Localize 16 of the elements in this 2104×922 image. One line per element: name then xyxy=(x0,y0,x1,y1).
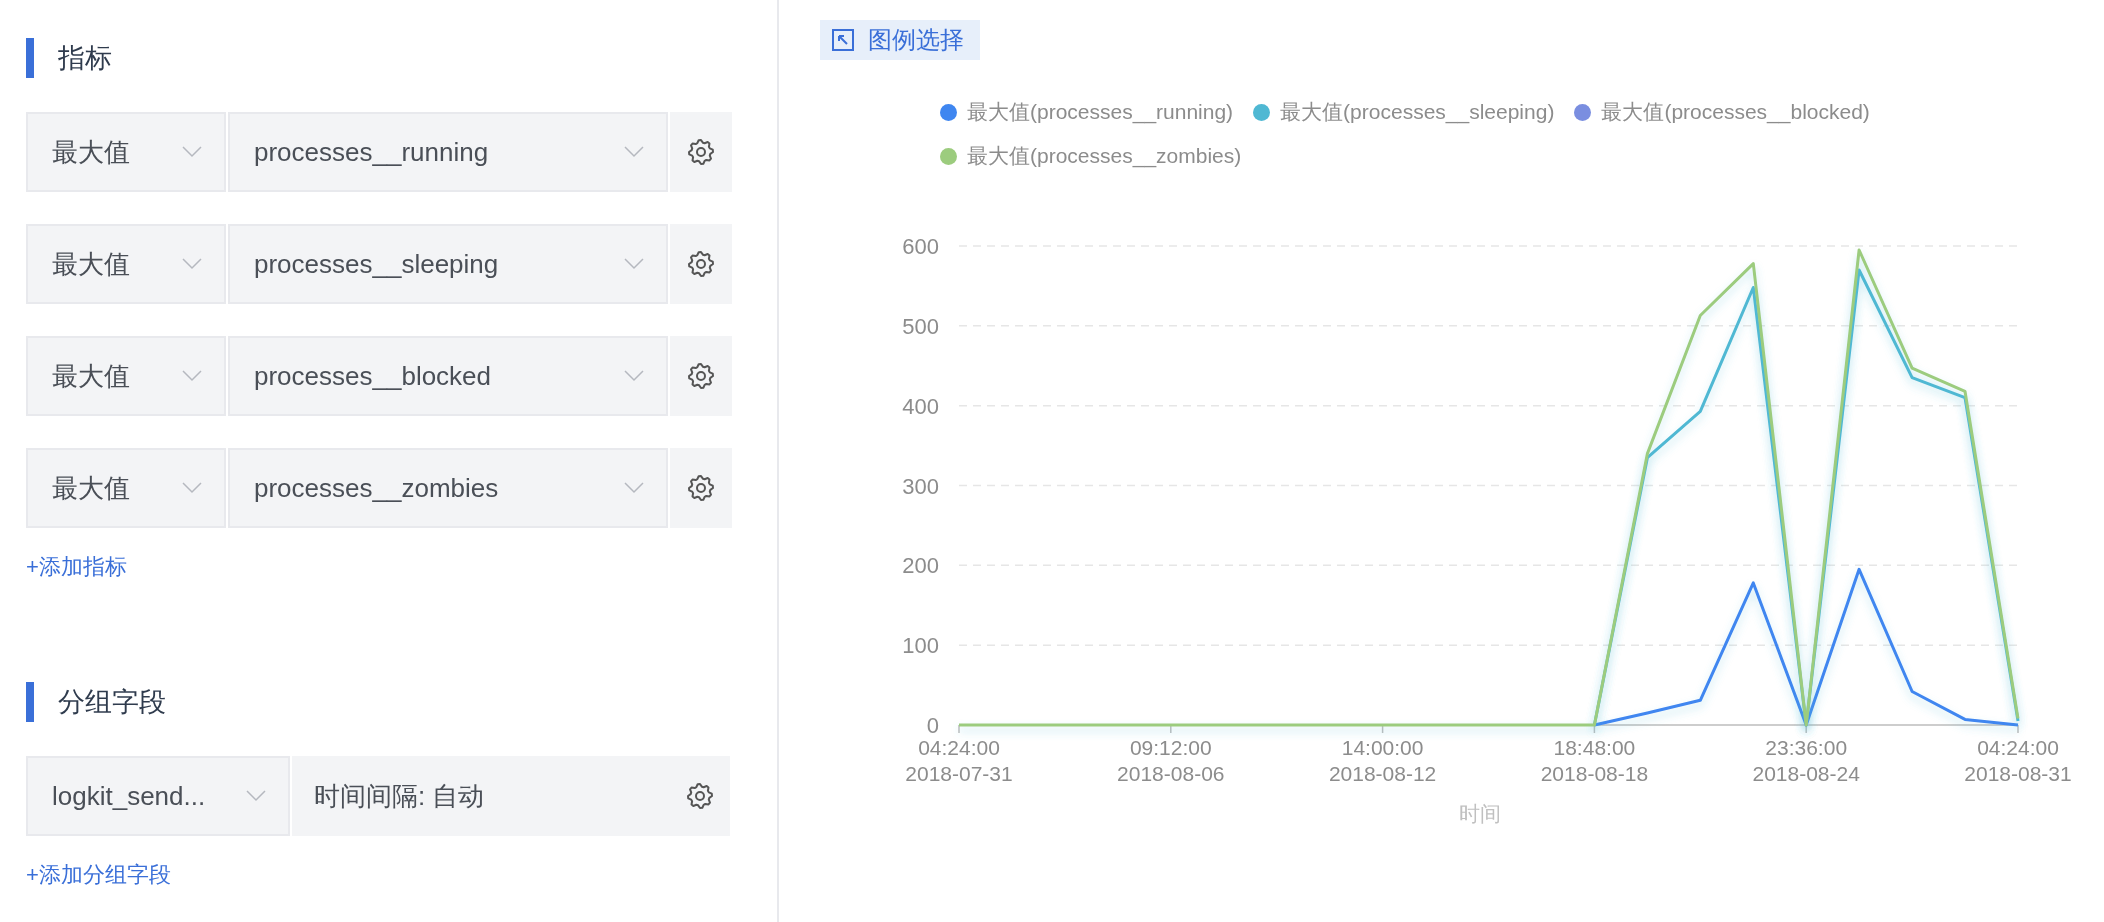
x-tick-label: 09:12:00 2018-08-06 xyxy=(1117,736,1225,785)
x-tick-label: 23:36:00 2018-08-24 xyxy=(1752,736,1860,785)
y-tick-label: 200 xyxy=(902,553,939,579)
y-tick-label: 0 xyxy=(926,713,939,738)
x-tick-label: 14:00:00 2018-08-12 xyxy=(1328,736,1437,785)
x-axis-title: 时间 xyxy=(1458,802,1501,825)
x-tick-label: 18:48:00 2018-08-18 xyxy=(1540,736,1649,785)
y-tick-label: 300 xyxy=(902,473,939,499)
section-title: 指标 xyxy=(58,42,112,75)
y-tick-label: 400 xyxy=(902,393,939,419)
y-tick-label: 100 xyxy=(902,633,939,659)
y-tick-label: 600 xyxy=(902,234,939,259)
section-title: 分组字段 xyxy=(58,686,166,719)
y-tick-label: 500 xyxy=(902,313,939,339)
x-tick-label: 04:24:00 2018-08-31 xyxy=(1964,736,2072,785)
x-tick-label: 04:24:00 2018-07-31 xyxy=(905,736,1013,785)
